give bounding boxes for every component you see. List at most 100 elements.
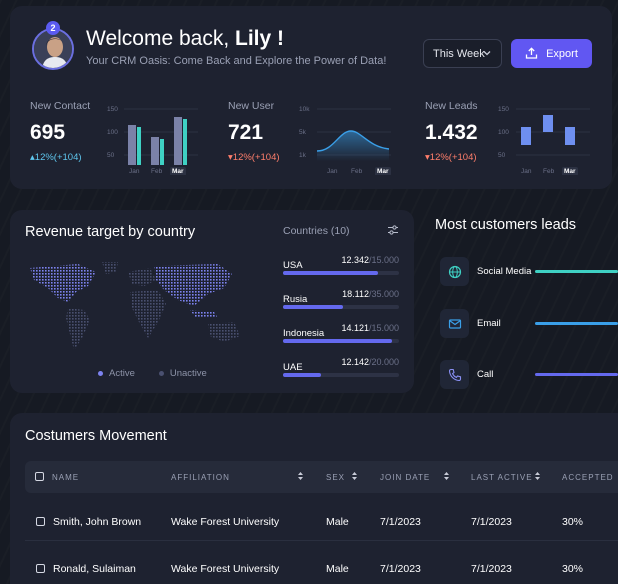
column-accepted[interactable]: ACCEPTED	[562, 473, 614, 482]
country-row-rusia: Rusia 18.112/35.000	[283, 289, 399, 309]
legend-unactive: Unactive	[158, 368, 207, 379]
cell-affiliation: Wake Forest University	[171, 563, 280, 575]
bar-mar-b	[183, 119, 187, 165]
cell-accepted: 30%	[562, 563, 584, 575]
lead-email[interactable]: Email	[440, 309, 618, 339]
export-button[interactable]: Export	[511, 39, 592, 68]
table-row[interactable]: Ronald, Sulaiman Wake Forest University …	[25, 563, 618, 584]
bar-feb-b	[160, 139, 164, 165]
globe-icon	[440, 257, 469, 286]
stat-new-contact: New Contact 695 ▴12%(+104)	[30, 100, 90, 163]
lead-bar	[535, 270, 618, 273]
bar-jan-a	[128, 125, 136, 165]
select-all-checkbox[interactable]	[35, 472, 44, 481]
country-row-indonesia: Indonesia 14.121/15.000	[283, 323, 399, 343]
cell-sex: Male	[326, 516, 349, 528]
column-last-active[interactable]: LAST ACTIVE	[471, 473, 533, 482]
stat-change: ▾12%(+104)	[425, 152, 477, 163]
bar-feb-a	[151, 137, 159, 165]
new-user-area-chart: 10k 5k 1k Jan Feb Mar	[299, 106, 391, 175]
progress-bar	[283, 271, 399, 275]
svg-text:Jan: Jan	[521, 168, 532, 175]
country-row-uae: UAE 12.142/20.000	[283, 357, 399, 377]
lead-call[interactable]: Call	[440, 360, 618, 390]
user-name: Lily !	[235, 27, 285, 50]
cell-accepted: 30%	[562, 516, 584, 528]
table-row[interactable]: Smith, John Brown Wake Forest University…	[25, 516, 618, 562]
row-divider	[25, 540, 618, 541]
svg-text:Feb: Feb	[351, 168, 363, 175]
cell-affiliation: Wake Forest University	[171, 516, 280, 528]
welcome-prefix: Welcome back,	[86, 27, 230, 50]
notification-badge: 2	[46, 21, 60, 35]
row-checkbox[interactable]	[36, 517, 45, 526]
customers-movement-card: Costumers Movement NAME AFFILIATION SEX …	[10, 413, 618, 584]
sort-icon[interactable]	[443, 471, 450, 481]
column-join-date[interactable]: JOIN DATE	[380, 473, 430, 482]
table-header: NAME AFFILIATION SEX JOIN DATE LAST ACTI…	[25, 461, 618, 493]
column-name[interactable]: NAME	[52, 473, 79, 482]
svg-text:150: 150	[498, 106, 509, 113]
revenue-title: Revenue target by country	[25, 224, 196, 240]
mail-icon	[440, 309, 469, 338]
new-contact-bar-chart: 150 100 50 Jan Feb Mar	[107, 106, 198, 175]
stat-change: ▴12%(+104)	[30, 152, 82, 163]
movement-title: Costumers Movement	[25, 428, 167, 444]
bar-jan-b	[137, 127, 141, 165]
range-bar-jan	[521, 127, 531, 145]
progress-bar	[283, 373, 399, 377]
phone-icon	[440, 360, 469, 389]
stat-value: 721	[228, 121, 264, 144]
column-sex[interactable]: SEX	[326, 473, 345, 482]
svg-text:1k: 1k	[299, 152, 307, 159]
progress-bar	[283, 339, 399, 343]
welcome-subtitle: Your CRM Oasis: Come Back and Explore th…	[86, 55, 387, 67]
range-bar-feb	[543, 115, 553, 132]
stat-label: New Contact	[30, 100, 91, 112]
country-row-usa: USA 12.342/15.000	[283, 255, 399, 275]
revenue-card: Revenue target by country Active Unactiv…	[10, 210, 414, 393]
lead-bar	[535, 322, 618, 325]
stat-new-user: New User 721 ▾12%(+104)	[228, 100, 280, 163]
cell-join-date: 7/1/2023	[380, 516, 421, 528]
svg-text:50: 50	[107, 152, 115, 159]
lead-bar	[535, 373, 618, 376]
chevron-down-icon	[483, 51, 491, 56]
cell-name: Ronald, Sulaiman	[53, 563, 136, 575]
cell-join-date: 7/1/2023	[380, 563, 421, 575]
bar-mar-a	[174, 117, 182, 165]
overview-card: 2 Welcome back, Lily ! Your CRM Oasis: C…	[10, 6, 612, 189]
sort-icon[interactable]	[534, 471, 541, 481]
cell-last-active: 7/1/2023	[471, 516, 512, 528]
leads-title: Most customers leads	[435, 217, 577, 233]
legend-active: Active	[98, 368, 135, 379]
range-bar-mar	[565, 127, 575, 145]
welcome-heading: Welcome back, Lily !	[86, 27, 284, 51]
upload-icon	[525, 47, 538, 59]
filter-icon[interactable]	[387, 224, 399, 236]
sort-icon[interactable]	[351, 471, 358, 481]
progress-bar	[283, 305, 399, 309]
period-dropdown[interactable]: This Week	[423, 39, 502, 68]
countries-header: Countries (10)	[283, 225, 350, 237]
sort-icon[interactable]	[297, 471, 304, 481]
world-map	[30, 262, 240, 350]
lead-label: Email	[477, 318, 501, 329]
stat-new-leads: New Leads 1.432 ▾12%(+104)	[425, 100, 478, 163]
svg-text:Feb: Feb	[543, 168, 555, 175]
stat-change: ▾12%(+104)	[228, 152, 280, 163]
column-affiliation[interactable]: AFFILIATION	[171, 473, 230, 482]
svg-text:50: 50	[498, 152, 506, 159]
svg-text:Jan: Jan	[129, 168, 140, 175]
svg-text:Feb: Feb	[151, 168, 163, 175]
cell-sex: Male	[326, 563, 349, 575]
svg-text:Mar: Mar	[172, 168, 184, 175]
row-checkbox[interactable]	[36, 564, 45, 573]
svg-text:Jan: Jan	[327, 168, 338, 175]
lead-social-media[interactable]: Social Media	[440, 257, 618, 287]
stat-label: New User	[228, 100, 275, 112]
svg-text:100: 100	[498, 129, 509, 136]
export-label: Export	[546, 47, 578, 60]
new-leads-range-chart: 150 100 50 Jan Feb Mar	[498, 106, 590, 175]
cell-last-active: 7/1/2023	[471, 563, 512, 575]
